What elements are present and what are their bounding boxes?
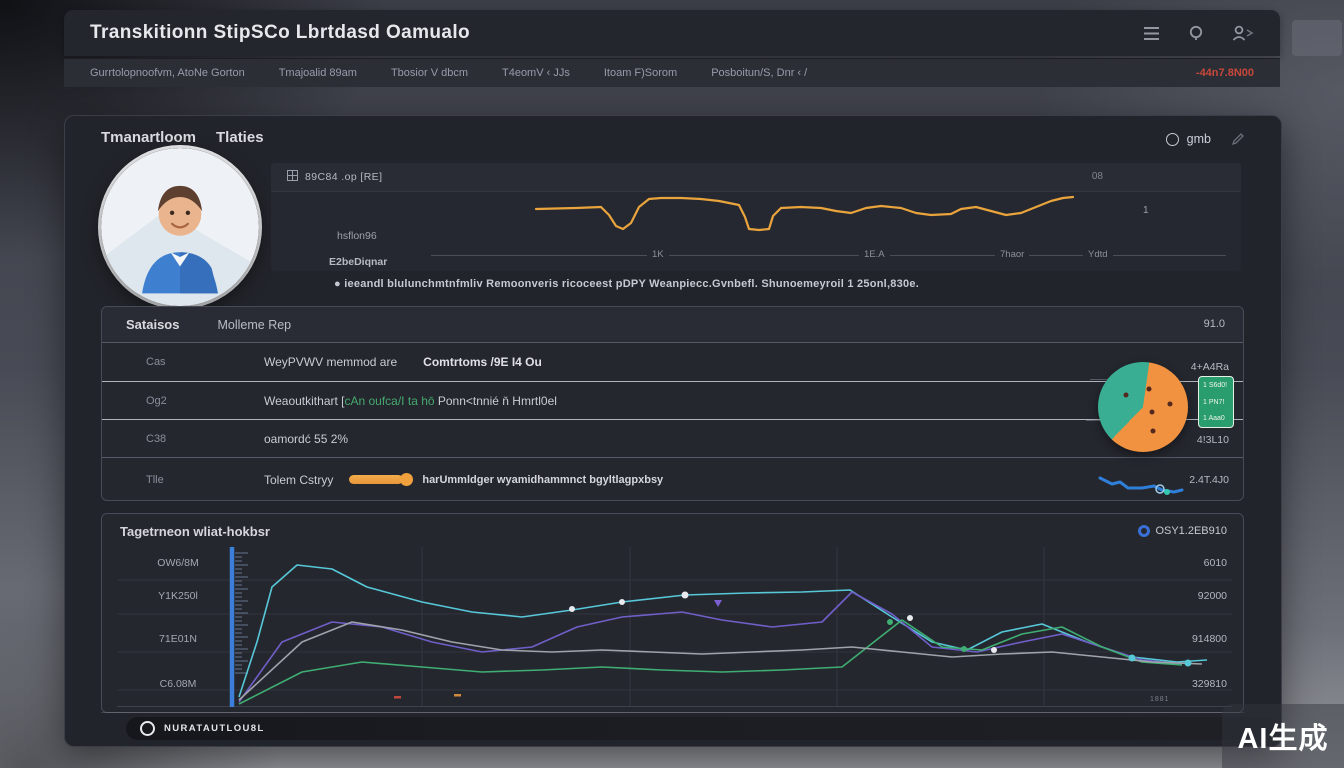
row-text: Weaoutkithart [: [264, 394, 344, 408]
nav-item-3[interactable]: Tbosior V dbcm: [391, 67, 468, 79]
card-title: Tmanartloom Tlaties: [101, 129, 264, 146]
row-text: Ponn<tnnié ň Hmrtl0el: [435, 394, 557, 408]
row-text: oamordć 55 2%: [264, 432, 348, 446]
footer-divider: [101, 712, 1244, 713]
table-header-value: 91.0: [1204, 318, 1225, 330]
x-tick-2[interactable]: 1E.A: [859, 249, 890, 260]
card-title-word-2: Tlaties: [216, 129, 264, 146]
series-label-1: hsflon96: [337, 230, 377, 242]
y-axis-label: OW6/8M: [132, 557, 224, 569]
top-chart-corner-value: 08: [1092, 171, 1103, 182]
pie-data-dot: [1147, 387, 1152, 392]
y-axis-label: Y1K250l: [132, 590, 224, 602]
x-tick-4[interactable]: Ydtd: [1083, 249, 1113, 260]
user-icon[interactable]: [1232, 25, 1254, 41]
pie-data-dot: [1151, 429, 1156, 434]
refresh-circle-icon: [1166, 133, 1179, 146]
background-shape: [1292, 20, 1342, 56]
row-text: WeyPVWV memmod are: [264, 355, 397, 369]
performance-chart-panel: Tagetrneon wliat-hokbsr OSY1.2EB910 OW6/…: [101, 513, 1244, 713]
bottom-chart-corner: OSY1.2EB910: [1138, 525, 1227, 537]
nav-item-1[interactable]: Gurrtolopnoofvm, AtoNe Gorton: [90, 67, 245, 79]
line-end-marker: 1: [1143, 205, 1149, 216]
notifications-icon[interactable]: [1188, 25, 1204, 41]
refresh-label: gmb: [1187, 132, 1211, 146]
nav-item-6[interactable]: Posboitun/S, Dnr ‹ /: [711, 67, 807, 79]
mini-axis-label: 1881: [1150, 696, 1170, 703]
pie-data-dot: [1124, 393, 1129, 398]
chart-grid-icon: [287, 168, 298, 186]
row-value-4: 2.4T.4J0: [1189, 474, 1229, 486]
right-axis-value: 92000: [1198, 590, 1227, 602]
table-row[interactable]: C38 oamordć 55 2%: [102, 419, 1243, 457]
tab-sataisos[interactable]: Sataisos: [126, 317, 179, 332]
status-ring-icon: [1138, 525, 1150, 537]
right-axis-value: 329810: [1192, 678, 1227, 690]
series-label-2: E2beDiqnar: [329, 256, 387, 268]
row-sparkline-chart: [1097, 470, 1185, 496]
row-value-3: 4!3L10: [1197, 434, 1229, 446]
row-label: Cas: [146, 356, 264, 368]
x-tick-3[interactable]: 7haor: [995, 249, 1029, 260]
table-row[interactable]: Tlle Tolem Cstryy harUmmldger wyamidhamm…: [102, 457, 1243, 501]
progress-bar-cap: [400, 473, 413, 486]
row-value-1: 4+A4Ra: [1191, 361, 1229, 373]
footer-circle-icon: [140, 721, 155, 736]
stats-table-panel: Sataisos Molleme Rep 91.0 Cas WeyPVWV me…: [101, 306, 1244, 501]
pie-data-dot: [1150, 410, 1155, 415]
table-row[interactable]: Og2 Weaoutkithart [cAn oufca/I ta hō Pon…: [102, 381, 1243, 419]
titlebar: Transkitionn StipSCo Lbrtdasd Oamualo: [64, 10, 1280, 56]
nav-alert-value: -44n7.8N00: [1196, 67, 1254, 79]
activity-line-chart: [271, 193, 1241, 255]
top-chart-panel: 89C84 .op [RE] 08 1 hsflon96 E2beDiqnar …: [271, 163, 1241, 271]
pie-chart: [1098, 362, 1188, 452]
performance-line-chart: [117, 547, 1232, 707]
row-text: Tolem Cstryy: [264, 473, 333, 487]
user-avatar[interactable]: [101, 148, 259, 306]
table-row[interactable]: Cas WeyPVWV memmod are Comtrtoms /9E I4 …: [102, 343, 1243, 381]
menu-icon[interactable]: [1143, 26, 1160, 41]
page-title: Transkitionn StipSCo Lbrtdasd Oamualo: [90, 22, 470, 44]
ai-watermark: AI生成: [1222, 704, 1344, 768]
y-axis-label: 71E01N: [132, 633, 224, 645]
row-label: C38: [146, 433, 264, 445]
nav-bar: Gurrtolopnoofvm, AtoNe Gorton Tmajoalid …: [64, 58, 1280, 87]
row-note: harUmmldger wyamidhammnct bgyltlagpxbsy: [422, 474, 663, 486]
y-axis-label: C6.08M: [132, 678, 224, 690]
legend-entry: 1 Aaa0: [1203, 415, 1229, 422]
progress-bar: [349, 475, 403, 484]
right-axis-value: 914800: [1192, 633, 1227, 645]
nav-item-2[interactable]: Tmajoalid 89am: [279, 67, 357, 79]
row-text-highlight: cAn oufca/I ta hō: [344, 394, 434, 408]
titlebar-icons: [1143, 25, 1254, 41]
x-tick-1[interactable]: 1K: [647, 249, 669, 260]
main-card: Tmanartloom Tlaties gmb: [64, 115, 1282, 747]
top-chart-label: 89C84 .op [RE]: [305, 171, 382, 183]
card-title-word-1: Tmanartloom: [101, 129, 196, 146]
row-label: Og2: [146, 395, 264, 407]
nav-item-5[interactable]: Itoam F)Sorom: [604, 67, 677, 79]
pie-legend: 1 S6d0! 1 PN7! 1 Aaa0: [1198, 376, 1234, 428]
chart-description: ● ieeandl blulunchmtnfmliv Remoonveris r…: [334, 278, 919, 290]
tab-molleme[interactable]: Molleme Rep: [217, 318, 291, 332]
right-axis-value: 6010: [1204, 557, 1227, 569]
footer-action-bar[interactable]: NURATAUTLOU8L: [126, 717, 1278, 740]
bottom-chart-corner-value: OSY1.2EB910: [1155, 525, 1227, 537]
dashboard-page: Transkitionn StipSCo Lbrtdasd Oamualo Gu…: [0, 0, 1344, 768]
edit-icon[interactable]: [1231, 133, 1245, 151]
footer-label: NURATAUTLOU8L: [164, 723, 265, 734]
legend-entry: 1 PN7!: [1203, 399, 1229, 406]
bottom-chart-title: Tagetrneon wliat-hokbsr: [120, 524, 270, 539]
refresh-button[interactable]: gmb: [1166, 132, 1211, 146]
row-label: Tlle: [146, 474, 264, 486]
row-text-strong: Comtrtoms /9E I4 Ou: [423, 355, 542, 369]
pie-data-dot: [1168, 402, 1173, 407]
legend-entry: 1 S6d0!: [1203, 382, 1229, 389]
table-header: Sataisos Molleme Rep 91.0: [102, 307, 1243, 343]
nav-item-4[interactable]: T4eomV ‹ JJs: [502, 67, 570, 79]
